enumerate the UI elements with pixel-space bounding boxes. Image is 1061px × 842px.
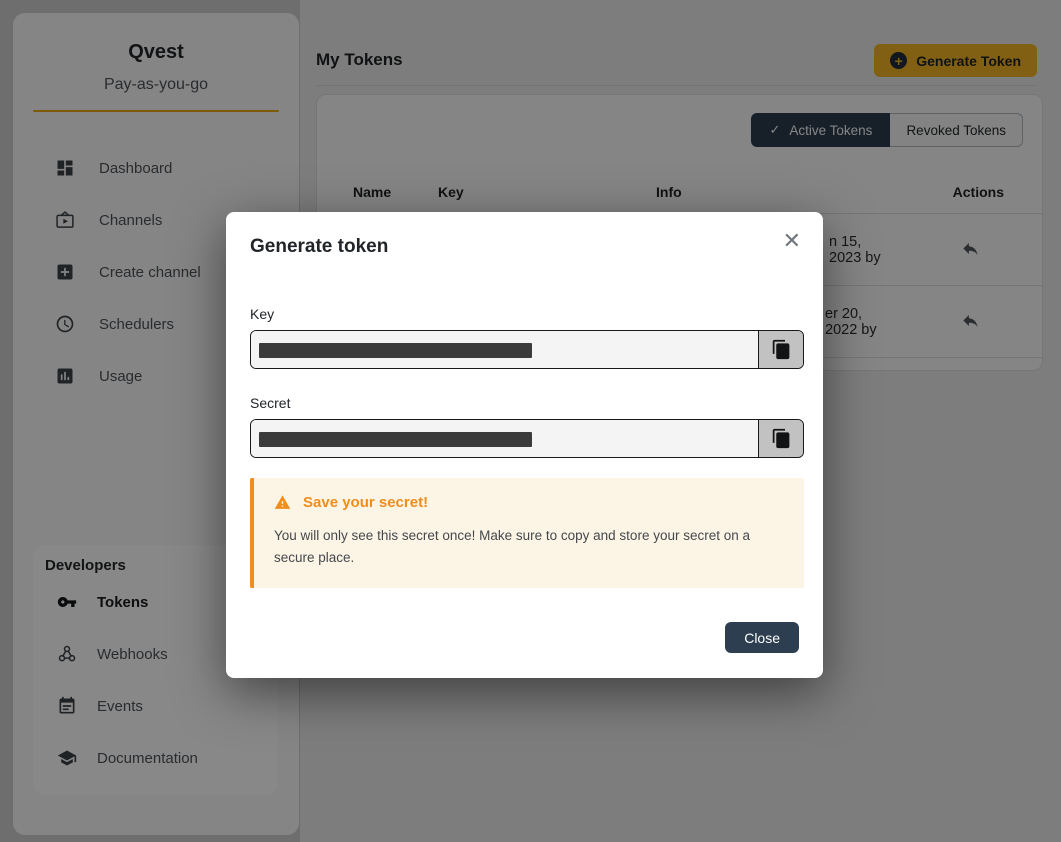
secret-input[interactable] — [251, 420, 758, 457]
warning-triangle-icon — [274, 494, 291, 511]
copy-key-button[interactable] — [758, 331, 803, 368]
copy-icon — [771, 428, 792, 449]
generate-token-modal: Generate token ✕ Key Secret Save your se… — [226, 212, 823, 678]
key-label: Key — [250, 306, 799, 322]
copy-secret-button[interactable] — [758, 420, 803, 457]
key-input[interactable] — [251, 331, 758, 368]
modal-title: Generate token — [250, 236, 799, 258]
secret-label: Secret — [250, 395, 799, 411]
secret-input-group — [250, 419, 804, 458]
close-button[interactable]: Close — [725, 622, 799, 653]
redacted-secret-value — [259, 432, 532, 447]
redacted-key-value — [259, 343, 532, 358]
key-input-group — [250, 330, 804, 369]
warning-body: You will only see this secret once! Make… — [274, 525, 778, 568]
copy-icon — [771, 339, 792, 360]
warning-title: Save your secret! — [303, 494, 428, 511]
save-secret-warning: Save your secret! You will only see this… — [250, 478, 804, 588]
close-icon[interactable]: ✕ — [783, 230, 801, 252]
